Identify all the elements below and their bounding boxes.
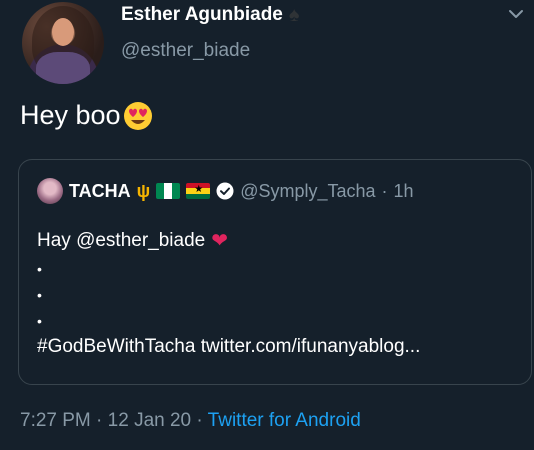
nigeria-flag-icon (156, 183, 181, 199)
author-handle[interactable]: @esther_biade (121, 40, 250, 62)
tweet-text: Hey boo (20, 100, 153, 131)
spade-icon: ♠ (288, 4, 300, 26)
avatar-body (36, 52, 90, 84)
meta-separator: · (196, 410, 203, 431)
tweet-date[interactable]: 12 Jan 20 (108, 410, 191, 431)
quoted-author-handle: @Symply_Tacha (240, 180, 376, 201)
quoted-bullet: • (37, 261, 42, 277)
avatar-face (52, 18, 74, 46)
quoted-line-1-text: Hay @esther_biade (37, 230, 206, 251)
author-avatar[interactable] (22, 2, 104, 84)
quoted-last-line: #GodBeWithTacha twitter.com/ifunanyablog… (37, 336, 421, 357)
quoted-line-1: Hay @esther_biade ❤ (37, 226, 228, 256)
author-name-row: Esther Agunbiade ♠ (121, 4, 300, 26)
quoted-author-name: TACHA (69, 180, 131, 201)
quoted-bullet: • (37, 313, 42, 329)
chevron-down-icon[interactable] (506, 4, 526, 24)
tweet-meta: 7:27 PM · 12 Jan 20 · Twitter for Androi… (20, 410, 361, 432)
quoted-tweet-card[interactable]: TACHA ψ ★ @Symply_Tacha · 1h Hay @esther… (18, 159, 532, 385)
meta-separator: · (96, 410, 103, 431)
trident-icon: ψ (136, 180, 151, 201)
quoted-header: TACHA ψ ★ @Symply_Tacha · 1h (37, 178, 414, 204)
quoted-avatar[interactable] (37, 178, 63, 204)
tweet-time[interactable]: 7:27 PM (20, 410, 91, 431)
quoted-time: 1h (393, 180, 414, 201)
verified-icon (216, 182, 234, 200)
ghana-flag-icon: ★ (186, 183, 211, 199)
heart-eyes-emoji-icon (123, 101, 152, 130)
author-name[interactable]: Esther Agunbiade (121, 4, 283, 26)
tweet-text-content: Hey boo (20, 100, 121, 130)
quoted-bullet: • (37, 287, 42, 303)
tweet-source-link[interactable]: Twitter for Android (208, 410, 361, 431)
quoted-separator: · (381, 180, 388, 201)
quoted-body: Hay @esther_biade ❤ • • • (37, 226, 228, 334)
red-heart-icon: ❤ (211, 230, 228, 252)
